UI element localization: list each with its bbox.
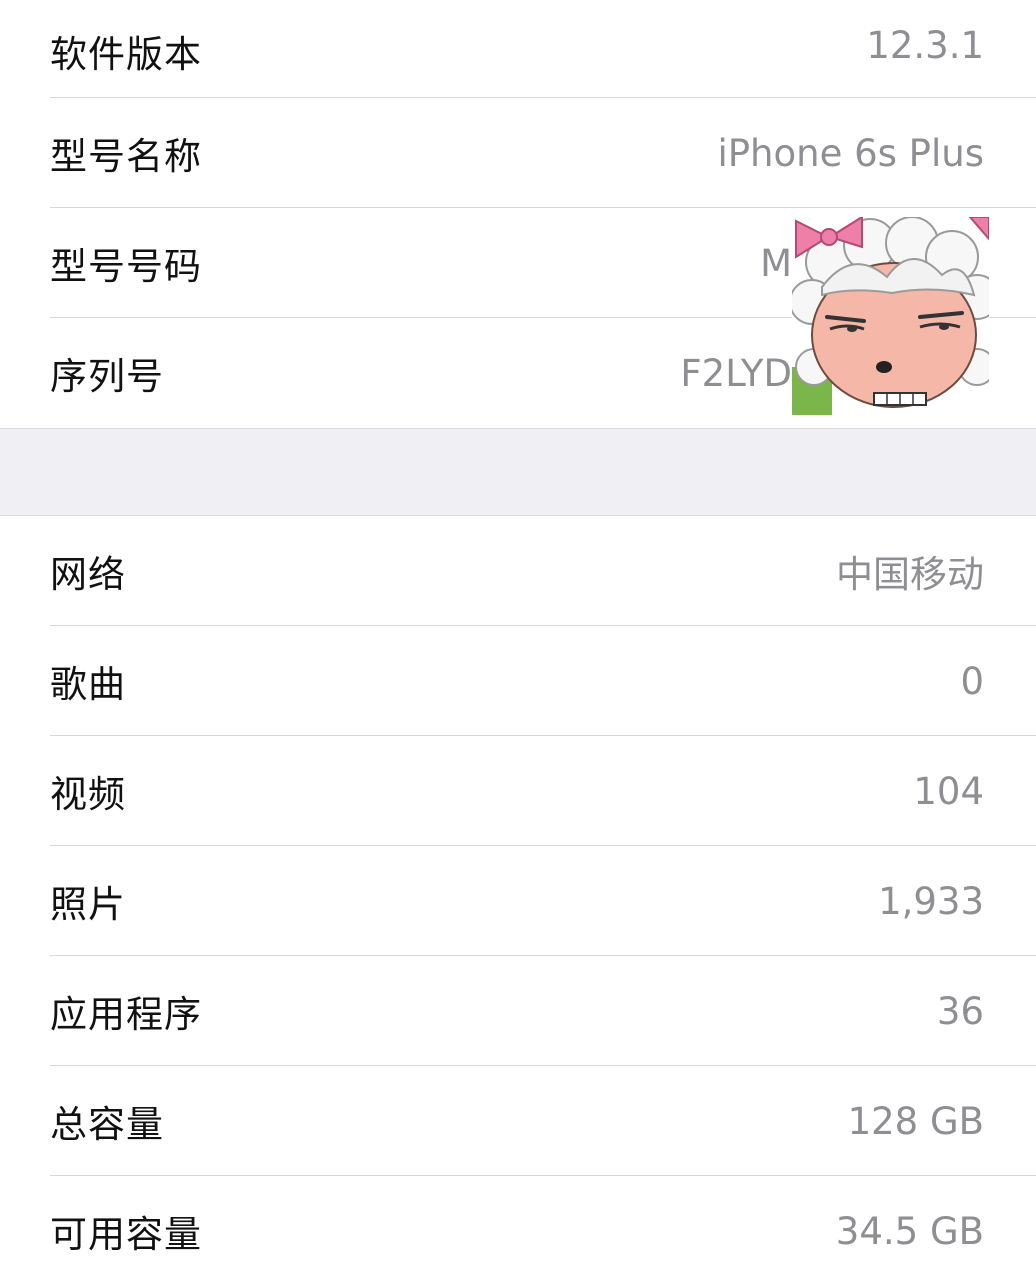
row-capacity[interactable]: 总容量 128 GB — [0, 1066, 1036, 1176]
available-label: 可用容量 — [50, 1213, 202, 1256]
sheep-cartoon-sticker — [792, 217, 989, 415]
photos-label: 照片 — [50, 883, 126, 926]
row-available[interactable]: 可用容量 34.5 GB — [0, 1176, 1036, 1286]
songs-value: 0 — [960, 659, 984, 703]
serial-number-value: F2LYD — [680, 351, 792, 395]
group-separator — [0, 428, 1036, 516]
software-version-label: 软件版本 — [50, 33, 202, 76]
row-model-name[interactable]: 型号名称 iPhone 6s Plus — [0, 98, 1036, 208]
row-songs[interactable]: 歌曲 0 — [0, 626, 1036, 736]
available-value: 34.5 GB — [835, 1209, 984, 1253]
network-value: 中国移动 — [836, 553, 984, 596]
capacity-label: 总容量 — [50, 1103, 164, 1146]
network-label: 网络 — [50, 553, 126, 596]
model-number-value: M — [760, 241, 792, 285]
serial-number-label: 序列号 — [50, 355, 164, 398]
row-videos[interactable]: 视频 104 — [0, 736, 1036, 846]
row-software-version[interactable]: 软件版本 12.3.1 — [0, 0, 1036, 98]
model-number-label: 型号号码 — [50, 245, 202, 288]
software-version-value: 12.3.1 — [866, 24, 984, 67]
row-applications[interactable]: 应用程序 36 — [0, 956, 1036, 1066]
model-name-label: 型号名称 — [50, 135, 202, 178]
model-name-value: iPhone 6s Plus — [717, 131, 984, 175]
content-info-group: 网络 中国移动 歌曲 0 视频 104 照片 1,933 应用程序 36 总容量… — [0, 516, 1036, 1286]
videos-label: 视频 — [50, 773, 126, 816]
row-network[interactable]: 网络 中国移动 — [0, 516, 1036, 626]
capacity-value: 128 GB — [847, 1099, 984, 1143]
row-photos[interactable]: 照片 1,933 — [0, 846, 1036, 956]
photos-value: 1,933 — [878, 879, 984, 923]
songs-label: 歌曲 — [50, 663, 126, 706]
videos-value: 104 — [913, 769, 984, 813]
applications-value: 36 — [936, 989, 984, 1033]
applications-label: 应用程序 — [50, 993, 202, 1036]
